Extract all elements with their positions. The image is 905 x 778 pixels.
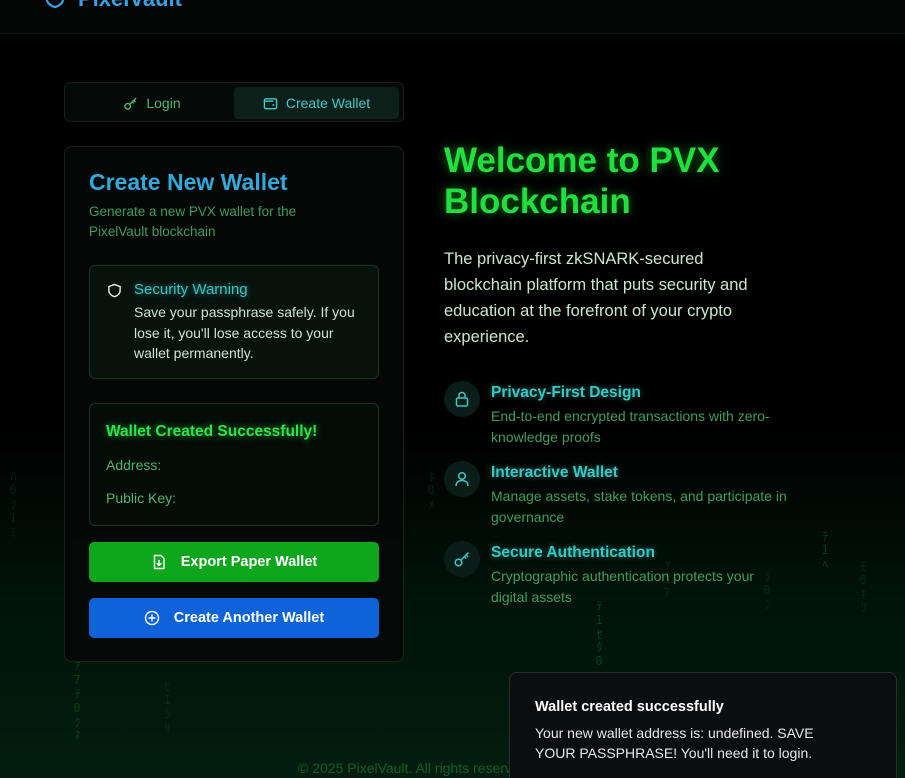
address-label: Address: [106, 457, 162, 473]
feature-privacy: Privacy-First Design End-to-end encrypte… [444, 381, 804, 451]
page: ﾊ0ｸ1ﾐ ｱ7ﾃ0ｸﾈ ﾋ1ｼﾘ ﾔ7ﾂ0ﾑｹ1 ｺ1ﾅ ﾎ0ﾒ ﾃ1ｾﾀ0 … [0, 0, 905, 778]
matrix-rain: ﾁ1ﾍ [818, 530, 832, 571]
shield-icon [45, 0, 65, 8]
create-wallet-card: Create New Wallet Generate a new PVX wal… [64, 146, 404, 662]
key-icon [444, 541, 480, 577]
feature-title: Interactive Wallet [491, 464, 618, 481]
tab-create-wallet-label: Create Wallet [285, 95, 371, 111]
download-file-icon [153, 554, 165, 570]
matrix-rain: ﾊ0ｸ1ﾐ [6, 470, 20, 539]
create-another-wallet-button[interactable]: Create Another Wallet [89, 598, 379, 638]
tab-login[interactable]: Login [69, 87, 235, 119]
matrix-rain: ﾎ0ﾒ [424, 470, 438, 511]
feature-title: Privacy-First Design [491, 384, 641, 401]
feature-title: Secure Authentication [491, 544, 655, 561]
wallet-result: Wallet Created Successfully! Address: Pu… [89, 403, 379, 526]
lock-icon [444, 381, 480, 417]
header: PixelVault [0, 0, 905, 34]
export-paper-wallet-label: Export Paper Wallet [180, 554, 318, 570]
plus-circle-icon [144, 610, 159, 626]
toast-notification[interactable]: Wallet created successfully Your new wal… [509, 672, 897, 778]
toast-message: Your new wallet address is: undefined. S… [535, 725, 814, 761]
public-key-label: Public Key: [106, 490, 177, 506]
footer-copyright: © 2025 PixelVault. All rights reserved. [298, 760, 532, 776]
toast-title: Wallet created successfully [535, 699, 724, 715]
tab-create-wallet[interactable]: Create Wallet [234, 87, 399, 119]
security-warning-title: Security Warning [134, 281, 248, 298]
security-warning-text: Save your passphrase safely. If you lose… [134, 304, 355, 361]
wallet-success-title: Wallet Created Successfully! [106, 423, 318, 440]
wallet-icon [263, 97, 278, 109]
hero-title: Welcome to PVX Blockchain [444, 141, 720, 221]
feature-description: End-to-end encrypted transactions with z… [491, 408, 770, 445]
export-paper-wallet-button[interactable]: Export Paper Wallet [89, 542, 379, 582]
feature-description: Cryptographic authentication protects yo… [491, 568, 755, 605]
create-another-wallet-label: Create Another Wallet [173, 610, 325, 626]
feature-authentication: Secure Authentication Cryptographic auth… [444, 541, 804, 611]
brand-name[interactable]: PixelVault [78, 0, 182, 12]
matrix-rain: ﾋ1ｼﾘ [160, 680, 174, 734]
user-icon [444, 461, 480, 497]
feature-wallet: Interactive Wallet Manage assets, stake … [444, 461, 804, 531]
card-title: Create New Wallet [89, 169, 288, 195]
matrix-rain: ｱ7ﾃ0ｸﾈ [70, 660, 84, 742]
hero-description: The privacy-first zkSNARK-secured blockc… [444, 250, 748, 346]
security-warning: Security Warning Save your passphrase sa… [89, 265, 379, 379]
card-description: Generate a new PVX wallet for the PixelV… [89, 204, 297, 239]
auth-tabs: Login Create Wallet [64, 82, 404, 122]
tab-login-label: Login [146, 95, 181, 111]
shield-icon [108, 283, 121, 298]
matrix-rain: ﾓ0ｷﾜ [856, 560, 870, 614]
feature-description: Manage assets, stake tokens, and partici… [491, 488, 787, 525]
key-icon [124, 97, 137, 110]
